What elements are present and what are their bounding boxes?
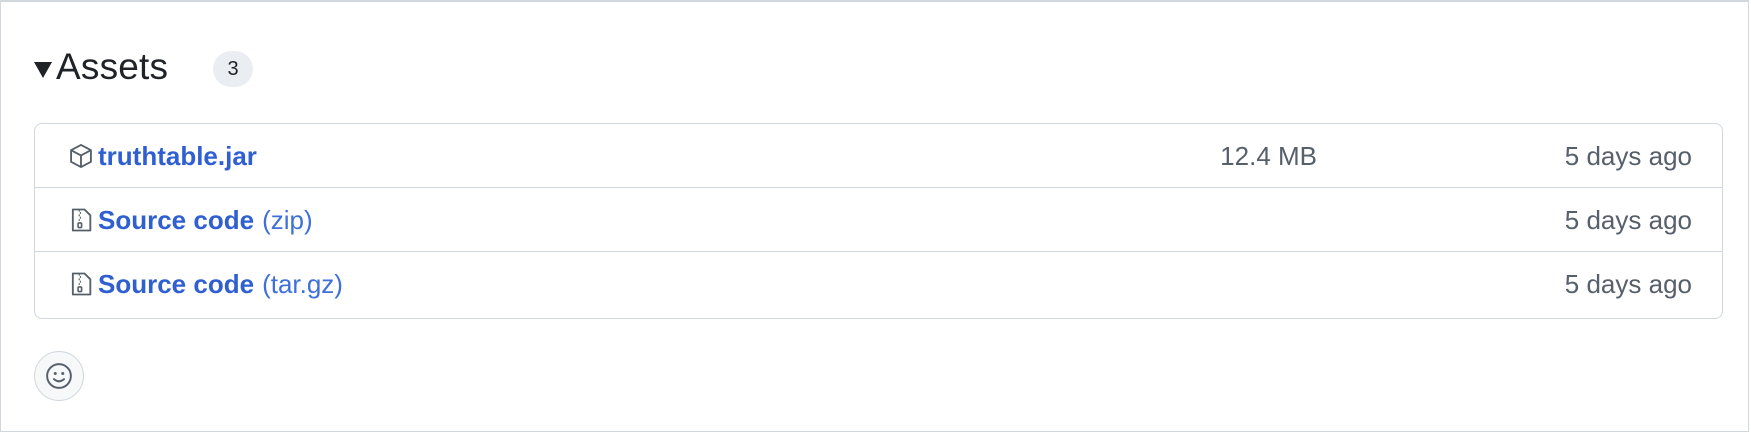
add-reaction-button[interactable] xyxy=(34,351,84,401)
assets-count-badge: 3 xyxy=(213,51,253,87)
file-zip-icon xyxy=(71,272,92,296)
asset-size: 12.4 MB xyxy=(1220,140,1317,171)
assets-toggle[interactable]: Assets xyxy=(34,42,168,92)
assets-heading: Assets xyxy=(56,46,169,87)
file-zip-icon xyxy=(71,208,92,232)
asset-row: Source code (tar.gz) 5 days ago xyxy=(35,252,1722,318)
asset-date: 5 days ago xyxy=(1564,140,1692,171)
asset-date: 5 days ago xyxy=(1564,268,1692,299)
asset-link-source-zip[interactable]: Source code (zip) xyxy=(98,188,313,252)
asset-list: truthtable.jar 12.4 MB 5 days ago Source… xyxy=(34,123,1723,319)
package-icon xyxy=(70,143,92,169)
asset-date: 5 days ago xyxy=(1564,204,1692,235)
smiley-icon xyxy=(46,363,72,389)
release-assets-panel: Assets 3 truthtable.jar 12.4 MB 5 days a… xyxy=(0,0,1749,432)
asset-link-truthtable-jar[interactable]: truthtable.jar xyxy=(98,124,265,188)
caret-down-icon xyxy=(34,62,52,78)
asset-link-source-targz[interactable]: Source code (tar.gz) xyxy=(98,252,343,316)
asset-row: truthtable.jar 12.4 MB 5 days ago xyxy=(35,124,1722,188)
asset-row: Source code (zip) 5 days ago xyxy=(35,188,1722,252)
